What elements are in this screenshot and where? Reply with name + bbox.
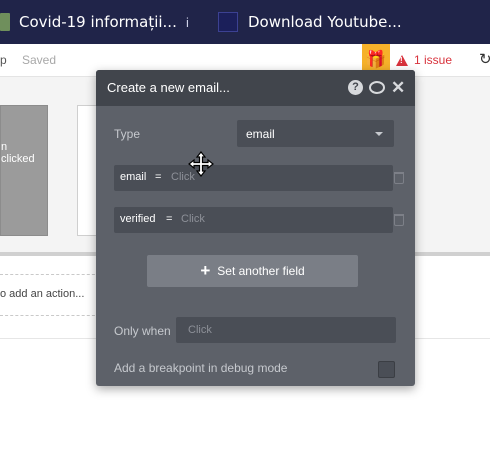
field-equals: =	[166, 213, 173, 225]
toolbar-partial-label: p	[0, 53, 7, 67]
type-dropdown[interactable]: email	[237, 120, 394, 147]
breakpoint-checkbox[interactable]	[378, 361, 395, 378]
covid-favicon-icon	[0, 13, 10, 31]
only-when-placeholder: Click	[188, 324, 212, 336]
browser-tab-bar: Covid-19 informații... i Download Youtub…	[0, 0, 490, 44]
only-when-label: Only when	[114, 324, 171, 338]
warning-icon	[396, 54, 408, 66]
event-card[interactable]: n clicked	[0, 105, 48, 236]
dashed-divider	[0, 315, 100, 316]
only-when-input[interactable]: Click	[176, 317, 396, 343]
create-email-modal: Create a new email... ? ✕ Type email ema…	[96, 70, 415, 386]
dashed-divider	[0, 274, 100, 275]
verified-field-row[interactable]: verified = Click	[114, 207, 393, 233]
field-value-input[interactable]: Click	[181, 213, 205, 225]
email-field-row[interactable]: email = Click	[114, 165, 393, 191]
type-label: Type	[114, 127, 141, 141]
refresh-icon[interactable]: ↻	[479, 50, 490, 68]
modal-title: Create a new email...	[107, 80, 230, 95]
set-another-field-label: Set another field	[217, 264, 305, 278]
issue-indicator[interactable]: 1 issue	[396, 53, 452, 67]
browser-tab-covid[interactable]: Covid-19 informații...	[0, 0, 177, 44]
set-another-field-button[interactable]: + Set another field	[147, 255, 358, 287]
trash-icon[interactable]	[394, 172, 404, 184]
browser-tab-label: Covid-19 informații...	[19, 13, 177, 31]
breakpoint-label: Add a breakpoint in debug mode	[114, 361, 288, 375]
browser-tab-youtube[interactable]: Download Youtube...	[218, 0, 402, 44]
issue-count: 1 issue	[414, 53, 453, 67]
saved-status: Saved	[22, 53, 57, 67]
add-action-link[interactable]: o add an action...	[0, 288, 84, 300]
event-card-text: n clicked	[1, 141, 35, 165]
field-equals: =	[155, 171, 162, 183]
youtube-favicon-icon	[218, 12, 238, 32]
move-cursor-icon	[188, 151, 214, 177]
plus-icon: +	[200, 261, 211, 280]
tab-separator: i	[186, 15, 189, 30]
type-value: email	[246, 127, 275, 141]
field-name: verified	[120, 213, 156, 225]
chevron-down-icon	[375, 132, 383, 136]
close-icon[interactable]: ✕	[391, 79, 405, 96]
modal-header[interactable]: Create a new email... ? ✕	[96, 70, 415, 106]
chat-icon[interactable]	[369, 81, 385, 94]
trash-icon[interactable]	[394, 214, 404, 226]
help-icon[interactable]: ?	[348, 80, 363, 95]
field-name: email	[120, 171, 147, 183]
browser-tab-label: Download Youtube...	[248, 13, 402, 31]
